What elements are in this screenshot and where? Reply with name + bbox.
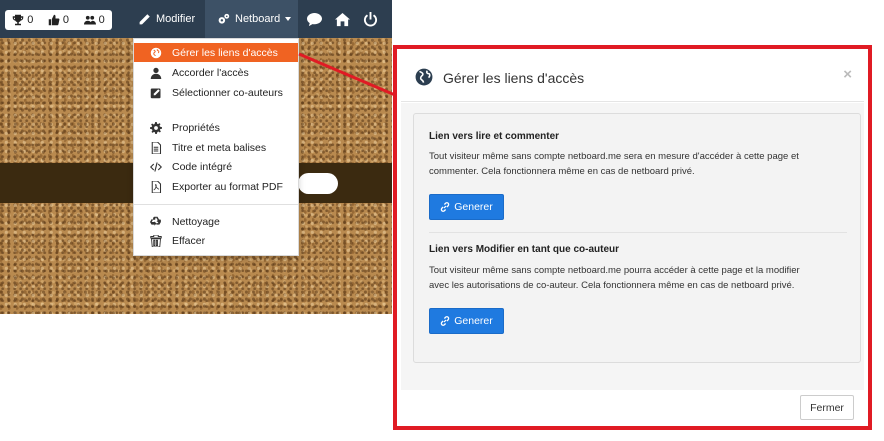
generate-coauthor-link-button[interactable]: Generer	[429, 308, 504, 334]
board-search-pill[interactable]	[298, 173, 338, 194]
menu-item-label: Exporter au format PDF	[172, 180, 283, 193]
home-button[interactable]	[335, 12, 350, 27]
modal-title: Gérer les liens d'accès	[443, 70, 585, 86]
stat-trophies-value: 0	[27, 14, 34, 26]
users-icon	[83, 15, 96, 25]
comment-icon	[307, 12, 322, 27]
menu-item-cleanup[interactable]: Nettoyage	[134, 212, 298, 231]
menu-item-export-pdf[interactable]: Exporter au format PDF	[134, 177, 298, 196]
home-icon	[335, 12, 350, 27]
cog-icon	[150, 121, 162, 134]
menu-item-label: Propriétés	[172, 121, 220, 134]
user-icon	[150, 67, 162, 79]
link-icon	[441, 316, 450, 326]
highlight-frame: Gérer les liens d'accès × Lien vers lire…	[393, 45, 872, 430]
menu-item-label: Code intégré	[172, 160, 233, 173]
globe-icon	[415, 68, 433, 86]
menu-item-grant-access[interactable]: Accorder l'accès	[134, 63, 298, 82]
trophy-icon	[13, 14, 24, 26]
code-icon	[150, 161, 162, 172]
menu-item-manage-access-links[interactable]: Gérer les liens d'accès	[134, 43, 298, 62]
chat-button[interactable]	[307, 12, 322, 27]
menu-item-embed-code[interactable]: Code intégré	[134, 157, 298, 176]
stat-likes: 0	[48, 14, 69, 26]
cogs-icon	[218, 13, 230, 24]
stat-members: 0	[83, 14, 105, 26]
pencil-icon	[139, 13, 150, 24]
stat-trophies: 0	[12, 14, 33, 26]
stat-likes-value: 0	[62, 14, 70, 26]
logout-button[interactable]	[363, 12, 378, 27]
menu-item-label: Nettoyage	[172, 215, 220, 228]
section-divider	[429, 232, 847, 233]
manage-access-links-modal: Gérer les liens d'accès × Lien vers lire…	[401, 53, 864, 425]
edit-icon	[150, 88, 161, 98]
modal-header: Gérer les liens d'accès ×	[401, 53, 864, 102]
menu-divider	[134, 204, 298, 205]
top-navbar: 0 0 0 Modifier Netboard	[0, 0, 392, 38]
trash-icon	[150, 234, 162, 247]
menu-item-label: Gérer les liens d'accès	[172, 46, 278, 59]
read-comment-link-title: Lien vers lire et commenter	[429, 131, 560, 142]
generate-button-label: Generer	[454, 315, 493, 327]
coauthor-link-title: Lien vers Modifier en tant que co-auteur	[429, 244, 620, 255]
generate-button-label: Generer	[454, 201, 493, 213]
modal-body: Lien vers lire et commenter Tout visiteu…	[401, 103, 864, 390]
menu-item-label: Titre et meta balises	[172, 141, 267, 154]
coauthor-link-desc-line1: Tout visiteur même sans compte netboard.…	[429, 265, 800, 276]
close-modal-button[interactable]: Fermer	[800, 395, 854, 420]
menu-item-label: Accorder l'accès	[172, 66, 249, 79]
netboard-label: Netboard	[235, 13, 281, 25]
stats-badge: 0 0 0	[5, 10, 112, 30]
pdf-icon	[151, 180, 162, 193]
modal-footer: Fermer	[401, 390, 864, 425]
read-comment-link-desc-line2: commenter. Cela fonctionnera même en cas…	[429, 166, 695, 177]
modifier-label: Modifier	[156, 13, 196, 25]
menu-item-select-coauthors[interactable]: Sélectionner co-auteurs	[134, 83, 298, 102]
link-icon	[441, 202, 450, 212]
caret-down-icon	[285, 17, 292, 21]
menu-item-properties[interactable]: Propriétés	[134, 118, 298, 137]
read-comment-link-desc-line1: Tout visiteur même sans compte netboard.…	[429, 151, 799, 162]
modifier-button[interactable]: Modifier	[138, 0, 195, 38]
modal-close-button[interactable]: ×	[843, 66, 852, 83]
generate-read-link-button[interactable]: Generer	[429, 194, 504, 220]
links-panel: Lien vers lire et commenter Tout visiteu…	[413, 113, 861, 363]
menu-item-label: Sélectionner co-auteurs	[172, 86, 283, 99]
menu-item-title-meta[interactable]: Titre et meta balises	[134, 138, 298, 157]
file-text-icon	[151, 141, 162, 154]
coauthor-link-desc-line2: avec les autorisations de co-auteur. Cel…	[429, 280, 795, 291]
stat-members-value: 0	[98, 14, 105, 26]
recycle-icon	[150, 216, 161, 226]
thumbs-up-icon	[48, 14, 60, 26]
netboard-dropdown-menu: Gérer les liens d'accès Accorder l'accès…	[133, 38, 299, 256]
power-icon	[363, 12, 378, 27]
menu-item-label: Effacer	[172, 234, 206, 247]
netboard-menu-button[interactable]: Netboard	[205, 0, 298, 38]
globe-icon	[150, 47, 162, 58]
menu-item-delete[interactable]: Effacer	[134, 231, 298, 250]
